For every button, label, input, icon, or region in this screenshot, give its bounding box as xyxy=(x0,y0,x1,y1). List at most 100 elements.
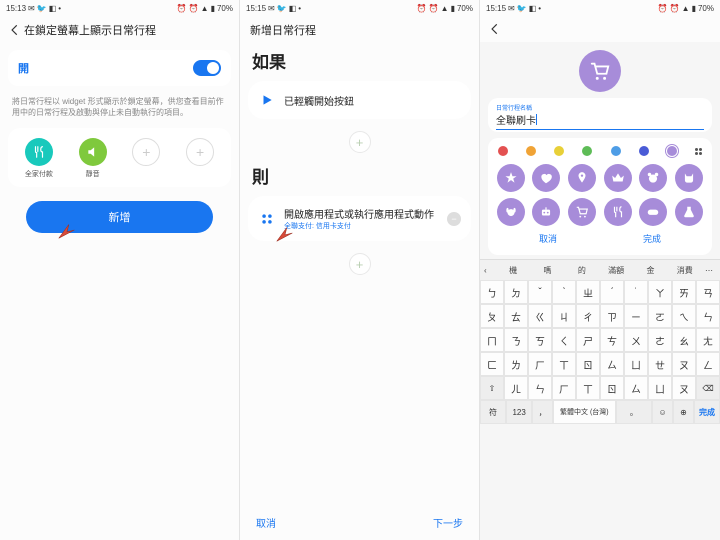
color-orange[interactable] xyxy=(526,146,536,156)
key[interactable]: ㄛ xyxy=(648,304,672,328)
picker-cancel-button[interactable]: 取消 xyxy=(539,232,557,245)
key[interactable]: ㄨ xyxy=(624,328,648,352)
enable-toggle-row[interactable]: 開 xyxy=(8,50,231,86)
suggestion[interactable]: 嗎 xyxy=(530,265,564,276)
key[interactable]: ㄖ xyxy=(600,376,624,400)
key-shift[interactable]: ⇧ xyxy=(480,376,504,400)
add-button[interactable]: 新增 xyxy=(26,201,213,233)
key[interactable]: ㄗ xyxy=(600,304,624,328)
key[interactable]: ㄚ xyxy=(648,280,672,304)
icon-option-cat[interactable] xyxy=(675,164,703,192)
cancel-button[interactable]: 取消 xyxy=(256,515,276,530)
icon-option-cart[interactable] xyxy=(568,198,596,226)
toggle-switch[interactable] xyxy=(193,60,221,76)
suggestion-back-icon[interactable]: ‹ xyxy=(484,266,496,275)
key-space[interactable]: 繁體中文 (台灣) xyxy=(553,400,616,424)
color-purple[interactable] xyxy=(667,146,677,156)
key[interactable]: ㄈ xyxy=(480,352,504,376)
back-icon[interactable] xyxy=(488,22,502,36)
then-action-card[interactable]: 開啟應用程式或執行應用程式動作 全聯支付: 信用卡支付 − xyxy=(248,196,471,241)
key[interactable]: ㄍ xyxy=(528,304,552,328)
add-then-button[interactable]: + xyxy=(349,253,371,275)
key[interactable]: ㄣ xyxy=(696,304,720,328)
picker-done-button[interactable]: 完成 xyxy=(643,232,661,245)
key[interactable]: ㄔ xyxy=(576,304,600,328)
key[interactable]: ㄩ xyxy=(648,376,672,400)
key[interactable]: ㄏ xyxy=(528,352,552,376)
key[interactable]: ㄦ xyxy=(504,376,528,400)
key[interactable]: ㄞ xyxy=(672,280,696,304)
key-emoji[interactable]: ☺ xyxy=(652,400,673,424)
key[interactable]: ㄧ xyxy=(624,304,648,328)
key[interactable]: ㄡ xyxy=(672,376,696,400)
key[interactable]: ㄟ xyxy=(672,304,696,328)
key[interactable]: ㄤ xyxy=(696,328,720,352)
key-globe[interactable]: ⊕ xyxy=(673,400,694,424)
next-button[interactable]: 下一步 xyxy=(433,515,463,530)
key[interactable]: ㄩ xyxy=(624,352,648,376)
key[interactable]: ㄙ xyxy=(600,352,624,376)
key[interactable]: ㄌ xyxy=(504,352,528,376)
key[interactable]: ㄋ xyxy=(504,328,528,352)
key[interactable]: ㄊ xyxy=(504,304,528,328)
key-period[interactable]: 。 xyxy=(616,400,653,424)
color-yellow[interactable] xyxy=(554,146,564,156)
key[interactable]: ㄠ xyxy=(672,328,696,352)
key[interactable]: ㄜ xyxy=(648,328,672,352)
routine-item-mute[interactable]: 靜音 xyxy=(69,138,117,179)
key[interactable]: ㄡ xyxy=(672,352,696,376)
icon-option-game[interactable] xyxy=(639,198,667,226)
icon-option-crown[interactable] xyxy=(604,164,632,192)
suggestion[interactable]: 消費 xyxy=(668,265,702,276)
key[interactable]: ㄑ xyxy=(552,328,576,352)
key[interactable]: ㄐ xyxy=(552,304,576,328)
key[interactable]: ㄒ xyxy=(576,376,600,400)
key-numeric[interactable]: 123 xyxy=(506,400,532,424)
icon-option-star[interactable] xyxy=(497,164,525,192)
suggestion[interactable]: 滿額 xyxy=(599,265,633,276)
key[interactable]: ㄓ xyxy=(576,280,600,304)
icon-option-flask[interactable] xyxy=(675,198,703,226)
name-input[interactable]: 全聯刷卡 xyxy=(496,112,704,130)
key-symbol[interactable]: 符 xyxy=(480,400,506,424)
suggestion[interactable]: 機 xyxy=(496,265,530,276)
suggestion-more-icon[interactable]: ⋯ xyxy=(702,266,716,275)
routine-item-empty-1[interactable]: + xyxy=(122,138,170,179)
key-backspace[interactable]: ⌫ xyxy=(696,376,720,400)
color-green[interactable] xyxy=(582,146,592,156)
back-icon[interactable] xyxy=(8,23,22,37)
key[interactable]: ˋ xyxy=(552,280,576,304)
key[interactable]: ㄣ xyxy=(528,376,552,400)
key[interactable]: ˊ xyxy=(600,280,624,304)
icon-option-utensils[interactable] xyxy=(604,198,632,226)
color-blue[interactable] xyxy=(611,146,621,156)
routine-item-pay[interactable]: 全家付款 xyxy=(15,138,63,179)
icon-option-dog[interactable] xyxy=(497,198,525,226)
key[interactable]: ㄉ xyxy=(504,280,528,304)
key[interactable]: ㄏ xyxy=(552,376,576,400)
suggestion[interactable]: 的 xyxy=(565,265,599,276)
key[interactable]: ㄢ xyxy=(696,280,720,304)
color-indigo[interactable] xyxy=(639,146,649,156)
key[interactable]: ˙ xyxy=(624,280,648,304)
color-red[interactable] xyxy=(498,146,508,156)
routine-item-empty-2[interactable]: + xyxy=(176,138,224,179)
key[interactable]: ㄅ xyxy=(480,280,504,304)
if-condition-card[interactable]: 已輕觸開始按鈕 xyxy=(248,81,471,119)
key[interactable]: ㄝ xyxy=(648,352,672,376)
key[interactable]: ㄘ xyxy=(600,328,624,352)
icon-option-heart[interactable] xyxy=(532,164,560,192)
routine-avatar[interactable] xyxy=(579,50,621,92)
key[interactable]: ㄒ xyxy=(552,352,576,376)
icon-option-pin[interactable] xyxy=(568,164,596,192)
key-done[interactable]: 完成 xyxy=(694,400,720,424)
remove-action-button[interactable]: − xyxy=(447,212,461,226)
more-colors-button[interactable] xyxy=(695,148,702,155)
key[interactable]: ㄎ xyxy=(528,328,552,352)
key[interactable]: ㄕ xyxy=(576,328,600,352)
key[interactable]: ㄥ xyxy=(696,352,720,376)
key[interactable]: ㄖ xyxy=(576,352,600,376)
key[interactable]: ㄙ xyxy=(624,376,648,400)
key[interactable]: ㄆ xyxy=(480,304,504,328)
key-comma[interactable]: ， xyxy=(532,400,553,424)
